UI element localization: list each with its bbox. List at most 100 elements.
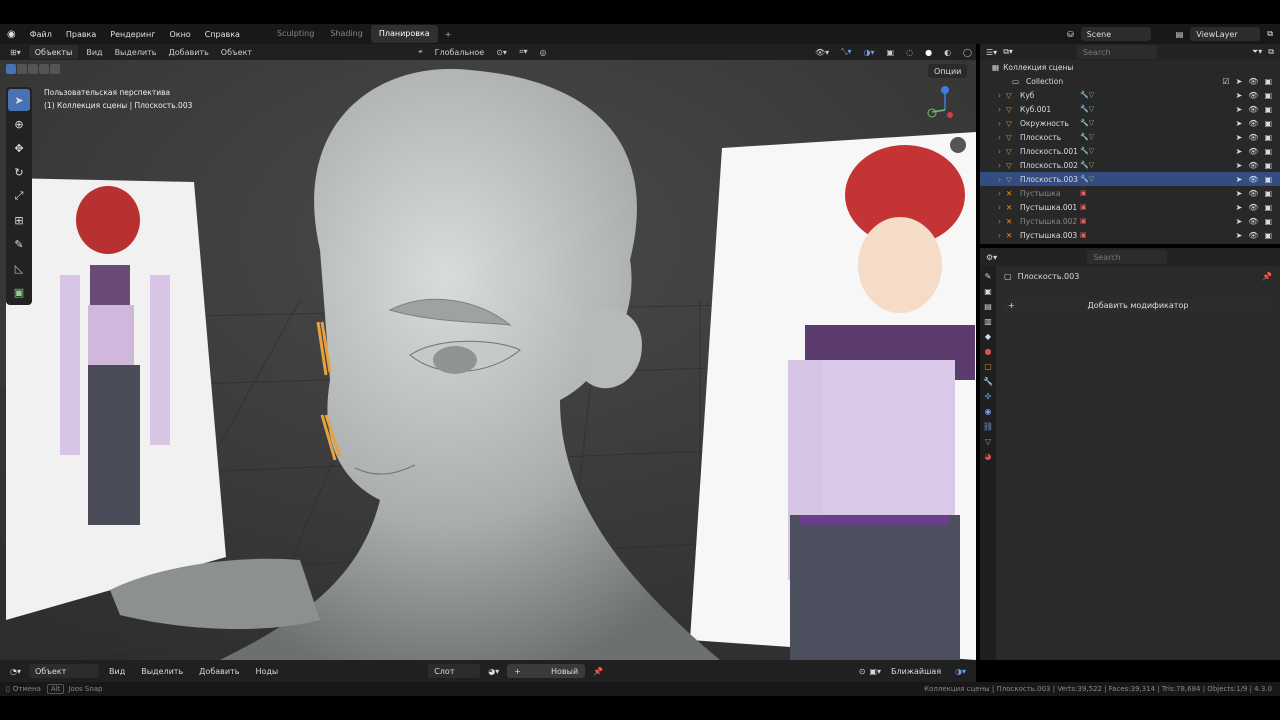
add-modifier-button[interactable]: + Добавить модификатор [1002, 298, 1274, 312]
selectable-icon[interactable]: ➤ [1236, 189, 1243, 198]
expand-arrow-icon[interactable]: › [998, 161, 1006, 170]
expand-arrow-icon[interactable]: › [998, 105, 1006, 114]
mesh-data-icon[interactable]: 🔧▽ [1080, 147, 1094, 155]
selectable-icon[interactable]: ➤ [1236, 161, 1243, 170]
mesh-data-icon[interactable]: 🔧▽ [1080, 119, 1094, 127]
render-toggle-icon[interactable]: ▣ [1264, 189, 1272, 198]
material-browse-icon[interactable]: ◕▾ [484, 667, 503, 676]
shading-rendered-icon[interactable]: ◯ [959, 48, 976, 57]
bottom-mode-selector[interactable]: Объект [29, 664, 99, 678]
particles-tab-icon[interactable]: ✣ [985, 392, 992, 401]
outliner-object-row[interactable]: › ▽ Плоскость.003 🔧▽ ➤ 👁 ▣ [980, 172, 1280, 186]
render-toggle-icon[interactable]: ▣ [1264, 231, 1272, 240]
pivot-icon[interactable]: ⊙▾ [492, 48, 511, 57]
bottom-menu-select[interactable]: Выделить [135, 667, 189, 676]
shading-material-icon[interactable]: ◐ [940, 48, 955, 57]
add-cube-icon[interactable]: ▣ [8, 281, 30, 303]
expand-arrow-icon[interactable]: › [998, 217, 1006, 226]
selectable-icon[interactable]: ➤ [1236, 77, 1243, 86]
world-tab-icon[interactable]: ● [985, 347, 992, 356]
scene-collection-row[interactable]: ▦ Коллекция сцены [980, 60, 1280, 74]
output-tab-icon[interactable]: ▤ [984, 302, 992, 311]
expand-arrow-icon[interactable]: › [998, 189, 1006, 198]
shading-solid-icon[interactable]: ● [921, 48, 936, 57]
editor-type-icon[interactable]: ⊞▾ [6, 48, 25, 57]
menu-help[interactable]: Справка [198, 30, 247, 39]
image-data-icon[interactable]: ▣ [1080, 189, 1087, 197]
image-data-icon[interactable]: ▣ [1080, 231, 1087, 239]
render-toggle-icon[interactable]: ▣ [1264, 147, 1272, 156]
eye-icon[interactable]: 👁 [1248, 91, 1258, 100]
selectable-icon[interactable]: ➤ [1236, 231, 1243, 240]
expand-arrow-icon[interactable]: › [998, 147, 1006, 156]
3d-viewport[interactable]: Пользовательская перспектива (1) Коллекц… [0, 60, 976, 660]
menu-render[interactable]: Рендеринг [103, 30, 162, 39]
bottom-menu-add[interactable]: Добавить [193, 667, 245, 676]
menu-object[interactable]: Объект [217, 48, 256, 57]
bottom-editor-type-icon[interactable]: ◔▾ [6, 667, 25, 676]
eye-icon[interactable]: 👁 [1248, 189, 1258, 198]
render-toggle-icon[interactable]: ▣ [1264, 91, 1272, 100]
measure-icon[interactable]: ◺ [8, 257, 30, 279]
move-icon[interactable]: ✥ [8, 137, 30, 159]
eye-icon[interactable]: 👁 [1248, 217, 1258, 226]
modifier-tab-icon[interactable]: 🔧 [983, 377, 993, 386]
render-toggle-icon[interactable]: ▣ [1264, 175, 1272, 184]
selectable-icon[interactable]: ➤ [1236, 217, 1243, 226]
transform-icon[interactable]: ⊞ [8, 209, 30, 231]
filter-icon[interactable]: ⏷▾ [1252, 47, 1262, 57]
snap-toggle-icon[interactable]: ⊙ [859, 667, 866, 676]
render-toggle-icon[interactable]: ▣ [1264, 161, 1272, 170]
expand-arrow-icon[interactable]: › [998, 175, 1006, 184]
data-tab-icon[interactable]: ▽ [985, 437, 991, 446]
viewlayer-new-icon[interactable]: ⧉ [1260, 29, 1280, 39]
new-collection-icon[interactable]: ⧉ [1268, 47, 1274, 57]
expand-arrow-icon[interactable]: › [998, 203, 1006, 212]
outliner-object-row[interactable]: › ▽ Плоскость.002 🔧▽ ➤ 👁 ▣ [980, 158, 1280, 172]
expand-arrow-icon[interactable]: › [998, 133, 1006, 142]
reference-front-view[interactable] [690, 132, 976, 660]
tab-shading[interactable]: Shading [322, 25, 371, 43]
shading-wire-icon[interactable]: ◌ [902, 48, 917, 57]
view-layer-tab-icon[interactable]: ▥ [984, 317, 992, 326]
mesh-data-icon[interactable]: 🔧▽ [1080, 105, 1094, 113]
rotate-icon[interactable]: ↻ [8, 161, 30, 183]
menu-select[interactable]: Выделить [111, 48, 161, 57]
eye-icon[interactable]: 👁 [1248, 105, 1258, 114]
material-pin-icon[interactable]: 📌 [589, 667, 607, 676]
image-data-icon[interactable]: ▣ [1080, 203, 1087, 211]
eye-icon[interactable]: 👁 [1248, 175, 1258, 184]
select-extend-icon[interactable] [17, 64, 27, 74]
render-toggle-icon[interactable]: ▣ [1264, 77, 1272, 86]
overlay-icon[interactable]: ◑▾ [860, 48, 879, 57]
new-material-button[interactable]: + Новый [507, 664, 586, 678]
snap-icon[interactable]: ⌗▾ [515, 47, 532, 57]
viewlayer-selector[interactable]: ViewLayer [1190, 27, 1261, 41]
select-subtract-icon[interactable] [28, 64, 38, 74]
mesh-data-icon[interactable]: 🔧▽ [1080, 91, 1094, 99]
visibility-icon[interactable]: 👁▾ [811, 48, 833, 57]
tab-layout[interactable]: Планировка [370, 25, 438, 43]
outliner-object-row[interactable]: › ▽ Плоскость.001 🔧▽ ➤ 👁 ▣ [980, 144, 1280, 158]
render-tab-icon[interactable]: ▣ [984, 287, 992, 296]
outliner-search[interactable]: Search [1076, 45, 1157, 59]
selectable-icon[interactable]: ➤ [1236, 119, 1243, 128]
physics-tab-icon[interactable]: ◉ [985, 407, 992, 416]
selectable-icon[interactable]: ➤ [1236, 91, 1243, 100]
slot-selector[interactable]: Слот [428, 664, 481, 678]
expand-arrow-icon[interactable]: › [998, 231, 1006, 240]
reference-back-view[interactable] [6, 178, 226, 620]
mesh-data-icon[interactable]: 🔧▽ [1080, 175, 1094, 183]
snap-target-icon[interactable]: ▣▾ [869, 667, 881, 676]
menu-view[interactable]: Вид [82, 48, 106, 57]
orientation-selector[interactable]: Глобальное [431, 48, 489, 57]
outliner-object-row[interactable]: › ▽ Плоскость 🔧▽ ➤ 👁 ▣ [980, 130, 1280, 144]
selectable-icon[interactable]: ➤ [1236, 203, 1243, 212]
menu-edit[interactable]: Правка [59, 30, 103, 39]
xray-icon[interactable]: ▣ [883, 48, 899, 57]
eye-icon[interactable]: 👁 [1248, 147, 1258, 156]
gizmo-icon[interactable]: ⤡▾ [837, 47, 855, 57]
render-toggle-icon[interactable]: ▣ [1264, 217, 1272, 226]
outliner-object-row[interactable]: › ✕ Пустышка ▣ ➤ 👁 ▣ [980, 186, 1280, 200]
eye-icon[interactable]: 👁 [1248, 161, 1258, 170]
